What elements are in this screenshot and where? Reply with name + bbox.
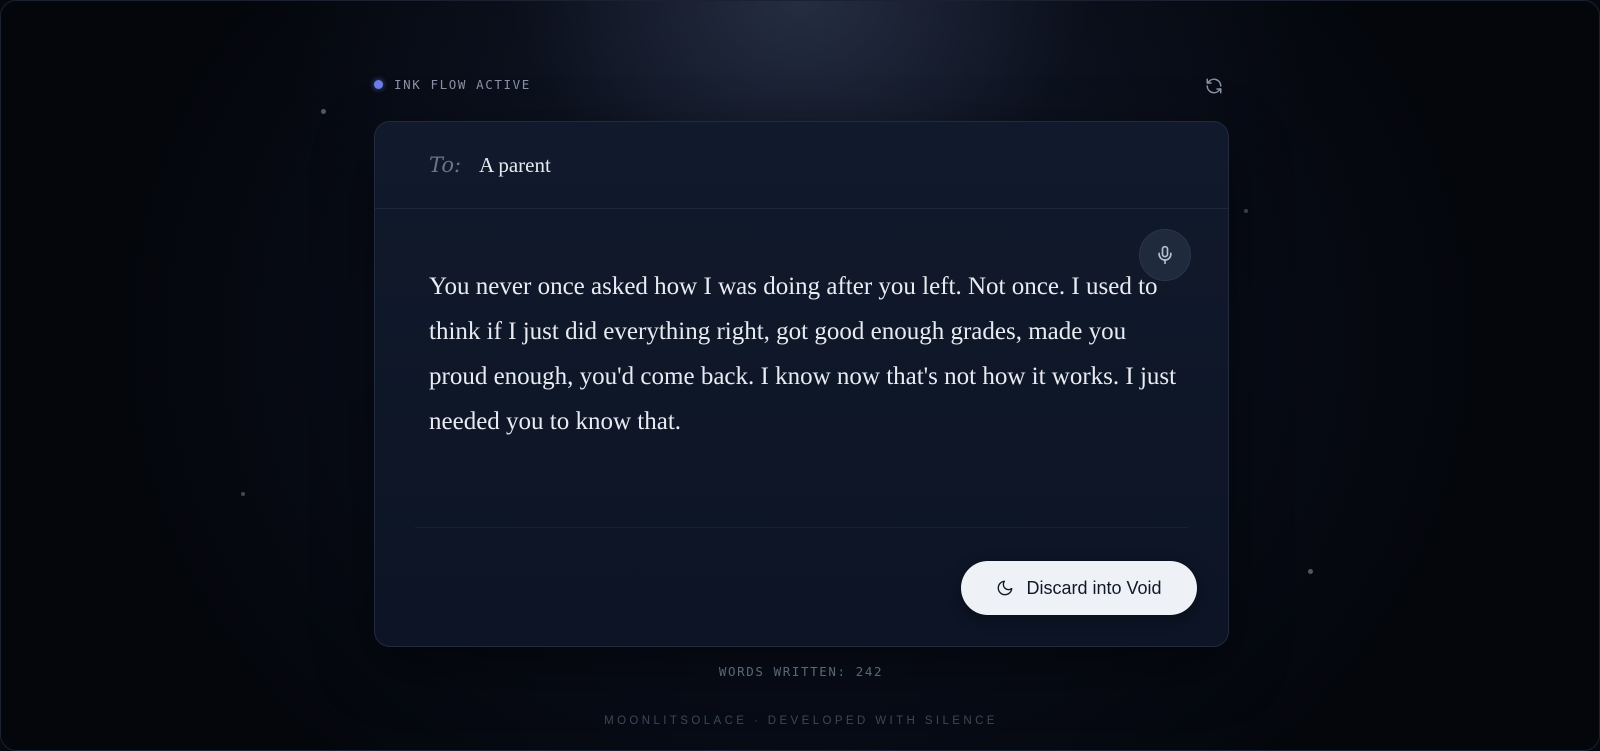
divider xyxy=(415,527,1188,528)
star-decoration xyxy=(241,492,245,496)
refresh-icon xyxy=(1206,78,1222,94)
recipient-row: To: A parent xyxy=(375,122,1228,209)
status-indicator: INK FLOW ACTIVE xyxy=(374,77,531,92)
letter-card: To: A parent You never once asked how I … xyxy=(374,121,1229,647)
status-dot xyxy=(374,80,383,89)
microphone-icon xyxy=(1158,245,1172,265)
footer-credit: MOONLITSOLACE · DEVELOPED WITH SILENCE xyxy=(604,715,998,727)
to-label: To: xyxy=(429,153,462,177)
status-label: INK FLOW ACTIVE xyxy=(394,77,531,92)
letter-body-editor[interactable]: You never once asked how I was doing aft… xyxy=(429,264,1179,444)
app-window: INK FLOW ACTIVE To: A parent You never o… xyxy=(0,0,1600,751)
star-decoration xyxy=(1308,569,1313,574)
discard-button[interactable]: Discard into Void xyxy=(961,561,1197,615)
word-count: WORDS WRITTEN: 242 xyxy=(718,664,884,679)
refresh-button[interactable] xyxy=(1203,75,1225,97)
recipient-field[interactable]: A parent xyxy=(479,153,551,178)
moon-icon xyxy=(998,580,1013,596)
star-decoration xyxy=(1244,209,1248,213)
discard-label: Discard into Void xyxy=(1026,577,1162,598)
star-decoration xyxy=(321,109,326,114)
